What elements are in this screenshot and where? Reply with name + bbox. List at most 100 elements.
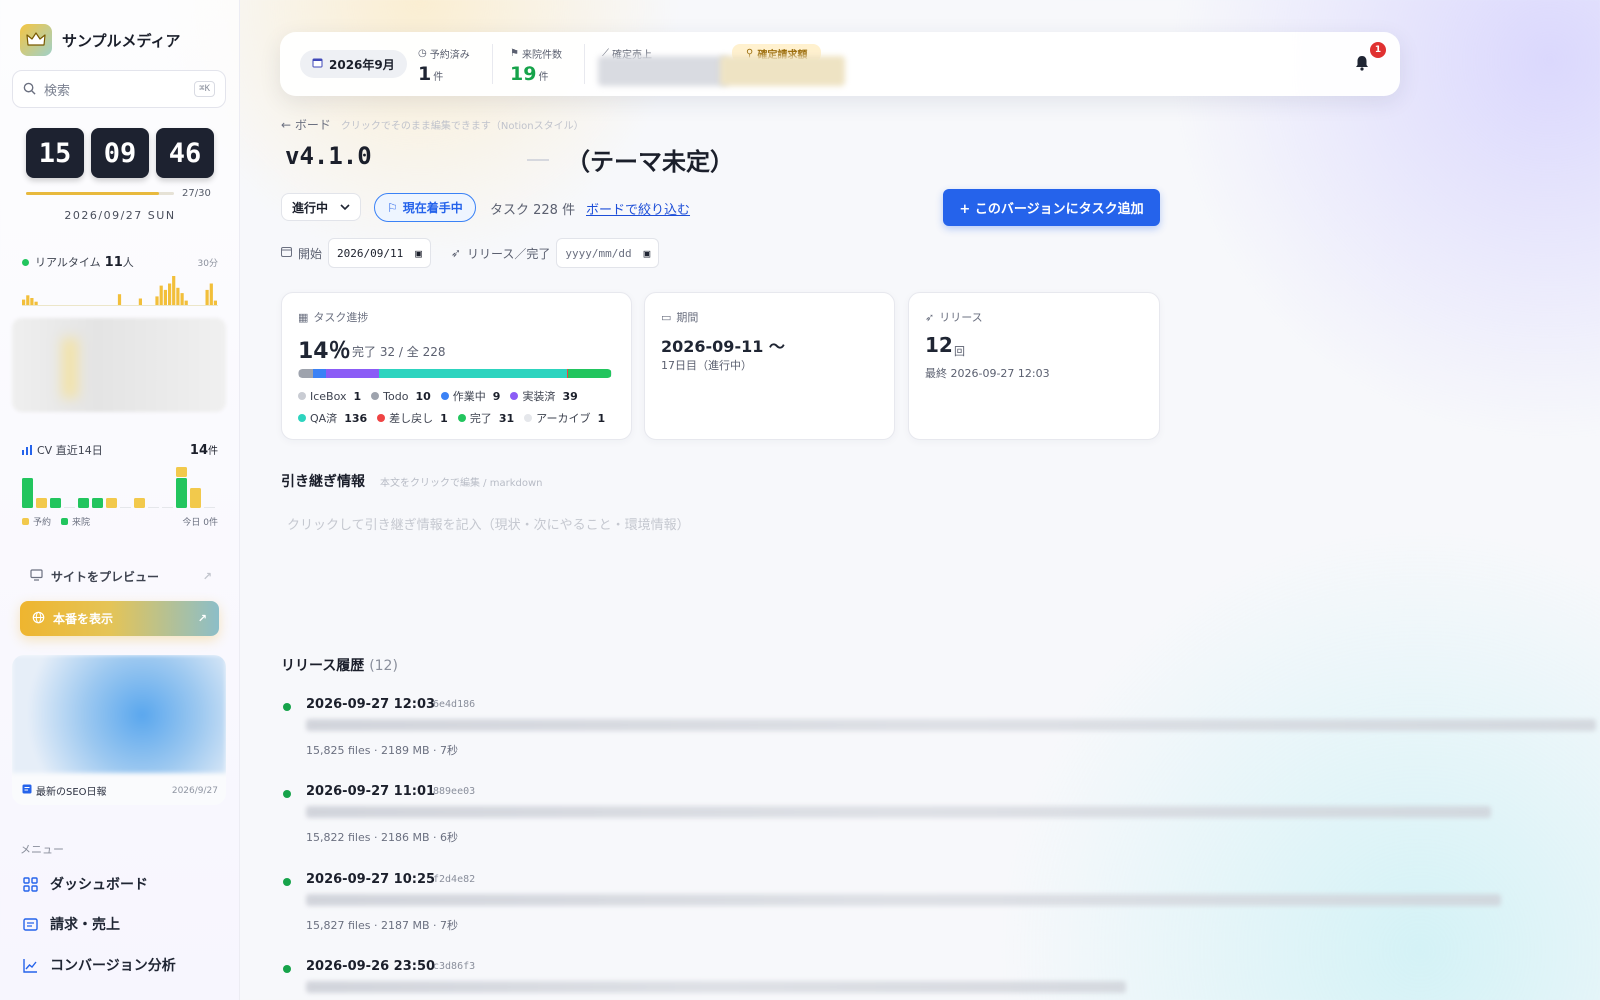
menu-item-dashboard[interactable]: ダッシュボード [22,874,148,894]
top-summary-bar: 2026年9月 ◷予約済み 1件 ⚑来院件数 19件 ⟋確定売上 ⚲確定請求額 … [280,32,1400,96]
progress-segment [299,369,314,378]
external-link-icon: ↗ [202,570,212,583]
legend-count: 136 [344,411,368,425]
invoice-value-redacted [720,56,845,86]
release-history-item[interactable]: 2026-09-26 23:50 c3d86f3 [281,959,1600,1000]
progress-segment [325,369,380,378]
realtime-window: 30分 [197,258,218,269]
realtime-bar [26,295,30,305]
version-title[interactable]: v4.1.0 [285,142,372,170]
period-card: ▭ 期間 2026-09-11 〜 17日目（進行中） [644,292,895,440]
grid-icon [22,876,38,892]
legend-item: IceBox 1 [298,388,361,404]
legend-dot [457,414,466,422]
search-placeholder: 検索 [44,83,71,99]
realtime-bar [213,300,217,305]
cv-visit-bar [78,498,89,508]
period-elapsed: 17日目（進行中） [661,359,752,372]
booked-value: 1件 [418,63,444,85]
month-label: 2026年9月 [329,57,395,72]
cv-booking-bar [176,467,187,477]
handoff-editor[interactable]: クリックして引き継ぎ情報を記入（現状・次にやること・環境情報） [287,514,690,533]
handoff-hint: 本文をクリックで編集 / markdown [380,478,543,489]
booked-stat: ◷ 予約済み 1件 [418,46,470,85]
version-theme[interactable]: （テーマ未定） [566,142,734,177]
legend-count: 1 [440,411,448,425]
release-history-item[interactable]: 2026-09-27 10:25 f2d4e82 15,827 files · … [281,872,1600,952]
visits-stat: ⚑ 来院件数 19 件 [510,46,562,85]
filter-on-board-link[interactable]: ボードで絞り込む [586,199,690,218]
legend-name: IceBox [310,389,347,403]
add-task-button[interactable]: + このバージョンにタスク追加 [943,189,1160,226]
cv-empty-bar [204,507,215,508]
calendar-picker-icon[interactable]: ▣ [644,247,651,260]
legend-booking: 予約 [33,518,52,528]
release-last: 最終 2026-09-27 12:03 [925,367,1050,380]
cv-label: CV 直近14日 [37,444,103,457]
flag-icon: ⚐ [387,200,398,215]
search-shortcut: ⌘K [194,81,215,97]
clock-seconds: 46 [156,128,214,178]
menu-item-conversion[interactable]: コンバージョン分析 [22,955,176,975]
release-date-input[interactable]: yyyy/mm/dd ▣ [556,238,660,268]
release-history-item[interactable]: 2026-09-27 12:03 6e4d186 15,825 files · … [281,697,1600,777]
card-label: ▦ タスク進捗 [298,310,369,325]
view-production-button[interactable]: 本番を表示 ↗ [20,601,219,636]
realtime-bar [30,298,34,305]
release-history-count: (12) [369,658,398,674]
calendar-picker-icon[interactable]: ▣ [415,247,422,260]
chart-icon [22,957,38,973]
booking-swatch [22,518,29,525]
site-preview-link[interactable]: サイトをプレビュー ↗ [30,568,212,585]
release-history-item[interactable]: 2026-09-27 11:01 889ee03 15,822 files · … [281,784,1600,864]
start-label: 開始 [298,246,323,261]
progress-segment [610,369,612,378]
status-select[interactable]: 進行中 [281,193,361,221]
cv-visit-bar [92,498,103,508]
legend-item: 差し戻し 1 [377,410,448,426]
progress-bar [298,369,612,378]
live-dot-icon [22,258,29,266]
booked-label: ◷ 予約済み [418,48,470,61]
release-meta: 15,825 files · 2189 MB · 7秒 [306,744,458,757]
month-selector[interactable]: 2026年9月 [300,50,407,78]
crown-icon [20,24,52,56]
status-value: 進行中 [292,200,329,215]
release-time: 2026-09-26 23:50 [306,959,436,974]
invoice-icon [22,916,38,932]
sales-value-redacted [598,56,728,86]
cv-booking-bar [190,488,201,508]
realtime-bar [138,298,142,305]
brand[interactable]: サンプルメディア [20,24,181,56]
realtime-bar [176,287,180,305]
legend-dot [377,414,386,422]
clock-icon: ◷ [418,48,427,59]
status-dot-icon [283,878,291,886]
bell-icon[interactable] [1353,54,1373,74]
realtime-bar [155,296,159,305]
divider [584,44,585,84]
realtime-bar [184,300,188,305]
legend-item: アーカイブ 1 [524,410,605,426]
back-to-board-link[interactable]: ← ボード [281,116,331,133]
realtime-label: リアルタイム [35,256,101,269]
task-progress-card: ▦ タスク進捗 14％ 完了 32 / 全 228 IceBox 1 Todo 10 作業… [281,292,632,440]
chevron-down-icon [340,200,350,214]
legend-dot [440,392,449,400]
menu-item-billing[interactable]: 請求・売上 [22,914,120,934]
legend-item: 作業中 9 [440,388,500,404]
card-label: ▭ 期間 [661,310,699,325]
menu-label: 請求・売上 [50,917,120,933]
edit-hint: クリックでそのまま編集できます（Notionスタイル） [340,121,584,132]
realtime-bar [163,289,167,305]
legend-name: Todo [383,389,409,403]
realtime-header: リアルタイム 11 人 30分 [22,254,218,270]
current-work-button[interactable]: ⚐ 現在着手中 [374,193,476,222]
legend-name: 実装済 [522,390,556,403]
legend-name: 完了 [469,412,492,425]
start-date-input[interactable]: 2026/09/11 ▣ [328,238,431,268]
search-input[interactable]: 検索 ⌘K [12,70,226,108]
legend-count: 39 [562,389,578,403]
seo-report-card[interactable]: 最新のSEO日報 2026/9/27 [12,655,226,805]
release-meta: 15,822 files · 2186 MB · 6秒 [306,831,458,844]
